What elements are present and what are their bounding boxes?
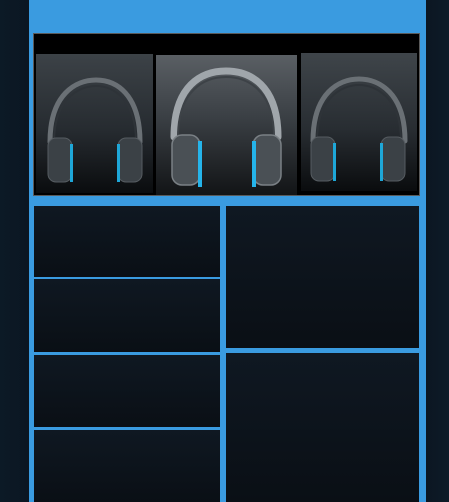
grid-tile-right-2[interactable] bbox=[226, 353, 419, 502]
grid-tile-left-3[interactable] bbox=[34, 355, 220, 427]
carousel-item-right[interactable] bbox=[301, 53, 417, 191]
carousel-item-left[interactable] bbox=[36, 54, 153, 193]
headphones-icon bbox=[170, 67, 282, 187]
headphones-icon bbox=[310, 76, 408, 182]
headphones-icon bbox=[47, 77, 143, 183]
carousel-item-center[interactable] bbox=[156, 55, 297, 195]
headphones-carousel[interactable] bbox=[33, 33, 420, 196]
top-bar bbox=[29, 0, 426, 32]
main-frame bbox=[29, 0, 426, 502]
grid-tile-left-4[interactable] bbox=[34, 430, 220, 502]
grid-tile-left-1[interactable] bbox=[34, 206, 220, 277]
grid-tile-right-1[interactable] bbox=[226, 206, 419, 348]
grid-tile-left-2[interactable] bbox=[34, 279, 220, 352]
right-edge-background bbox=[426, 0, 449, 502]
left-edge-background bbox=[0, 0, 29, 502]
